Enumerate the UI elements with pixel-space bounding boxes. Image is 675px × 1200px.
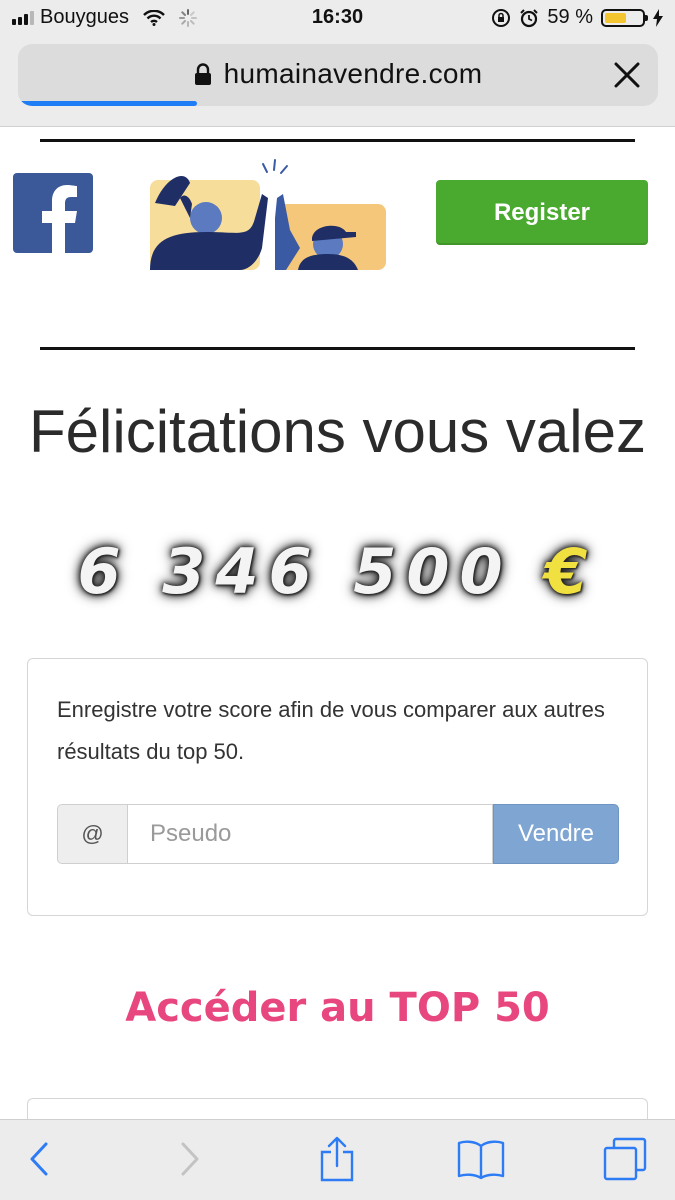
- browser-header: humainavendre.com: [0, 36, 675, 127]
- close-icon[interactable]: [612, 60, 642, 90]
- pseudo-input[interactable]: [127, 804, 493, 864]
- worth-amount: 6 346 500: [77, 535, 513, 608]
- url-text[interactable]: humainavendre.com: [224, 58, 483, 90]
- facebook-logo-glyph: [42, 185, 77, 253]
- safari-toolbar: [0, 1119, 675, 1200]
- tabs-button[interactable]: [600, 1134, 650, 1184]
- share-button[interactable]: [312, 1134, 362, 1184]
- back-button[interactable]: [14, 1134, 64, 1184]
- forward-button[interactable]: [165, 1134, 215, 1184]
- score-panel: Enregistre votre score afin de vous comp…: [27, 658, 648, 916]
- at-addon: @: [57, 804, 127, 864]
- worth-value: 6 346 500 €: [0, 535, 675, 608]
- tabs-icon: [603, 1137, 647, 1181]
- worth-currency: €: [544, 535, 598, 608]
- charging-bolt-icon: [653, 8, 663, 27]
- address-bar[interactable]: humainavendre.com: [18, 44, 658, 106]
- pseudo-input-group: @ Vendre: [57, 804, 619, 864]
- alarm-icon: [520, 8, 539, 27]
- bookmarks-icon: [457, 1140, 505, 1180]
- header-divider: [40, 347, 635, 350]
- battery-icon: [601, 8, 648, 27]
- battery-percent: 59 %: [547, 6, 593, 28]
- vendre-button[interactable]: Vendre: [493, 804, 619, 864]
- result-headline: Félicitations vous valez: [29, 398, 646, 465]
- high-five-illustration: [150, 159, 386, 270]
- status-bar: Bouygues 16:30 59 %: [0, 0, 675, 36]
- page-load-progress: [18, 101, 658, 106]
- register-button[interactable]: Register: [436, 180, 648, 245]
- facebook-icon[interactable]: [13, 173, 93, 253]
- forward-icon: [181, 1142, 199, 1176]
- score-description: Enregistre votre score afin de vous comp…: [57, 697, 605, 764]
- back-icon: [30, 1142, 48, 1176]
- orientation-lock-icon: [492, 8, 511, 27]
- bookmarks-button[interactable]: [456, 1134, 506, 1184]
- status-right: 59 %: [491, 6, 663, 29]
- top-divider: [40, 139, 635, 142]
- share-icon: [320, 1136, 354, 1182]
- top50-link[interactable]: Accéder au TOP 50: [0, 985, 675, 1031]
- page-load-progress-fill: [18, 101, 198, 106]
- lock-icon: [194, 63, 211, 85]
